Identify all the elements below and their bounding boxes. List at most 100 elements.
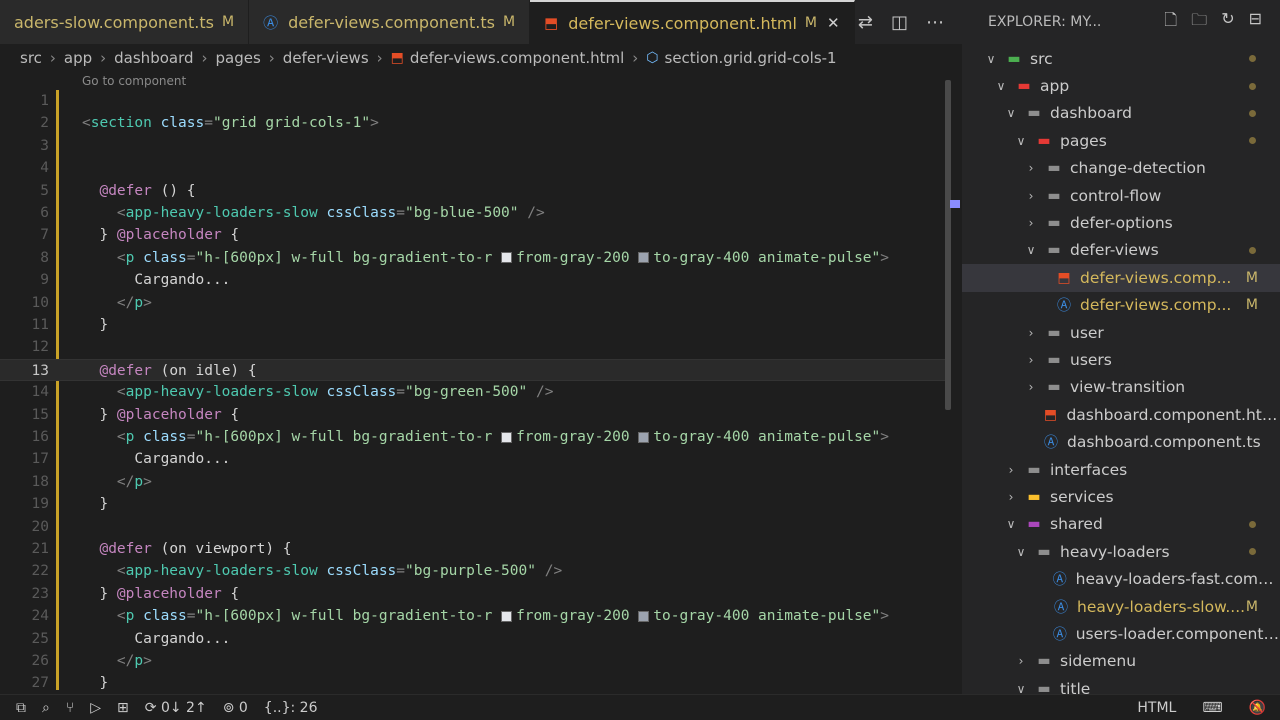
collapse-all-icon[interactable]: ⊟	[1249, 9, 1262, 36]
tab-defer-views-html[interactable]: ⬒ defer-views.component.html M ✕	[530, 0, 855, 44]
line-code[interactable]: <app-heavy-loaders-slow cssClass="bg-pur…	[82, 560, 562, 582]
tree-item[interactable]: ⬒ dashboard.component.html	[962, 401, 1280, 428]
tree-item[interactable]: Ⓐdashboard.component.ts	[962, 429, 1280, 456]
line-code[interactable]: Cargando...	[82, 628, 230, 650]
breadcrumb-item[interactable]: dashboard	[114, 49, 193, 67]
extensions-icon[interactable]: ⊞	[117, 700, 129, 716]
code-line[interactable]: 5 @defer () {	[0, 180, 945, 202]
line-code[interactable]: <p class="h-[600px] w-full bg-gradient-t…	[82, 247, 889, 269]
code-line[interactable]: 7 } @placeholder {	[0, 224, 945, 246]
breadcrumb-item[interactable]: app	[64, 49, 92, 67]
tree-item[interactable]: Ⓐheavy-loaders-slow.... M	[962, 593, 1280, 620]
tree-item[interactable]: Ⓐheavy-loaders-fast.comp...	[962, 566, 1280, 593]
more-actions-icon[interactable]: ⋯	[926, 12, 944, 33]
line-code[interactable]: } @placeholder {	[82, 583, 239, 605]
tree-item[interactable]: › ▬ users	[962, 346, 1280, 373]
tree-item[interactable]: › ▬ change-detection	[962, 155, 1280, 182]
line-code[interactable]: <section class="grid grid-cols-1">	[82, 112, 379, 134]
line-code[interactable]: Cargando...	[82, 269, 230, 291]
line-code[interactable]: </p>	[82, 292, 152, 314]
notifications-off-icon[interactable]: 🔕	[1249, 700, 1266, 716]
code-line[interactable]: 21 @defer (on viewport) {	[0, 538, 945, 560]
terminal-icon[interactable]: ⌨	[1202, 700, 1222, 716]
new-folder-icon[interactable]: 🗀	[1191, 9, 1207, 36]
tree-item[interactable]: ∨ ▬ defer-views	[962, 237, 1280, 264]
code-line[interactable]: 3	[0, 135, 945, 157]
tree-item[interactable]: ∨ ▬ app	[962, 72, 1280, 99]
code-line[interactable]: 16 <p class="h-[600px] w-full bg-gradien…	[0, 426, 945, 448]
tree-item[interactable]: › ▬ sidemenu	[962, 648, 1280, 675]
line-code[interactable]: @defer (on idle) {	[82, 360, 256, 382]
line-code[interactable]: }	[82, 314, 108, 336]
code-line[interactable]: 19 }	[0, 493, 945, 515]
code-line[interactable]: 25 Cargando...	[0, 628, 945, 650]
line-code[interactable]: </p>	[82, 471, 152, 493]
line-code[interactable]: Cargando...	[82, 448, 230, 470]
code-line[interactable]: 8 <p class="h-[600px] w-full bg-gradient…	[0, 247, 945, 269]
line-code[interactable]: }	[82, 672, 108, 690]
tree-item[interactable]: › ▬ view-transition	[962, 374, 1280, 401]
code-line[interactable]: 20	[0, 516, 945, 538]
code-line[interactable]: 4	[0, 157, 945, 179]
line-code[interactable]: @defer () {	[82, 180, 195, 202]
tree-item[interactable]: ∨ ▬ src	[962, 45, 1280, 72]
line-code[interactable]: <p class="h-[600px] w-full bg-gradient-t…	[82, 605, 889, 627]
tree-item[interactable]: ∨ ▬ heavy-loaders	[962, 538, 1280, 565]
breadcrumb-item[interactable]: pages	[216, 49, 261, 67]
code-line[interactable]: 18 </p>	[0, 471, 945, 493]
line-code[interactable]: }	[82, 493, 108, 515]
tree-item[interactable]: › ▬ control-flow	[962, 182, 1280, 209]
code-line[interactable]: 6 <app-heavy-loaders-slow cssClass="bg-b…	[0, 202, 945, 224]
ports-status[interactable]: ⊚ 0	[223, 700, 248, 716]
code-line[interactable]: 2 <section class="grid grid-cols-1">	[0, 112, 945, 134]
line-code[interactable]: <app-heavy-loaders-slow cssClass="bg-blu…	[82, 202, 545, 224]
sync-status[interactable]: ⟳ 0↓ 2↑	[145, 700, 207, 716]
line-code[interactable]: } @placeholder {	[82, 404, 239, 426]
tree-item[interactable]: ∨ ▬ dashboard	[962, 100, 1280, 127]
line-code[interactable]: <app-heavy-loaders-slow cssClass="bg-gre…	[82, 381, 554, 403]
breadcrumb-item[interactable]: src	[20, 49, 42, 67]
breadcrumb-item[interactable]: defer-views.component.html	[410, 49, 624, 67]
code-editor[interactable]: 1 2 <section class="grid grid-cols-1"> 3 4 5 …	[0, 90, 945, 690]
breadcrumb-item[interactable]: defer-views	[283, 49, 369, 67]
line-code[interactable]: <p class="h-[600px] w-full bg-gradient-t…	[82, 426, 889, 448]
line-code[interactable]: } @placeholder {	[82, 224, 239, 246]
tree-item[interactable]: Ⓐdefer-views.comp... M	[962, 292, 1280, 319]
code-line[interactable]: 14 <app-heavy-loaders-slow cssClass="bg-…	[0, 381, 945, 403]
tree-item[interactable]: › ▬ services	[962, 483, 1280, 510]
close-icon[interactable]: ✕	[827, 14, 840, 32]
code-line[interactable]: 1	[0, 90, 945, 112]
code-line[interactable]: 27 }	[0, 672, 945, 690]
code-line[interactable]: 22 <app-heavy-loaders-slow cssClass="bg-…	[0, 560, 945, 582]
tab-defer-views-ts[interactable]: Ⓐ defer-views.component.ts M	[249, 0, 531, 44]
tree-item[interactable]: ∨ ▬ shared	[962, 511, 1280, 538]
tree-item[interactable]: › ▬ defer-options	[962, 209, 1280, 236]
tree-item[interactable]: Ⓐusers-loader.component.ts	[962, 620, 1280, 647]
code-line[interactable]: 12	[0, 336, 945, 358]
line-code[interactable]: </p>	[82, 650, 152, 672]
search-icon[interactable]: ⌕	[42, 700, 50, 716]
code-line[interactable]: 17 Cargando...	[0, 448, 945, 470]
code-line[interactable]: 13 @defer (on idle) {	[0, 358, 945, 382]
tree-item[interactable]: › ▬ user	[962, 319, 1280, 346]
code-line[interactable]: 23 } @placeholder {	[0, 583, 945, 605]
new-file-icon[interactable]: 🗋	[1164, 9, 1177, 36]
selection-status[interactable]: {..}: 26	[264, 700, 318, 716]
code-line[interactable]: 15 } @placeholder {	[0, 404, 945, 426]
remote-icon[interactable]: ⧉	[16, 700, 26, 716]
tab-heavy-loaders-slow-ts[interactable]: aders-slow.component.ts M	[0, 0, 250, 44]
code-line[interactable]: 24 <p class="h-[600px] w-full bg-gradien…	[0, 605, 945, 627]
line-code[interactable]: @defer (on viewport) {	[82, 538, 291, 560]
run-debug-icon[interactable]: ▷	[90, 700, 101, 716]
code-line[interactable]: 9 Cargando...	[0, 269, 945, 291]
tree-item[interactable]: › ▬ interfaces	[962, 456, 1280, 483]
editor-scrollbar[interactable]	[945, 80, 951, 410]
split-editor-icon[interactable]: ◫	[891, 12, 908, 33]
tree-item[interactable]: ∨ ▬ pages	[962, 127, 1280, 154]
tree-item[interactable]: ⬒ defer-views.comp... M	[962, 264, 1280, 292]
code-line[interactable]: 26 </p>	[0, 650, 945, 672]
breadcrumb-item[interactable]: section.grid.grid-cols-1	[665, 49, 837, 67]
go-to-component-codelens[interactable]: Go to component	[82, 74, 186, 88]
refresh-icon[interactable]: ↻	[1221, 9, 1234, 36]
code-line[interactable]: 11 }	[0, 314, 945, 336]
